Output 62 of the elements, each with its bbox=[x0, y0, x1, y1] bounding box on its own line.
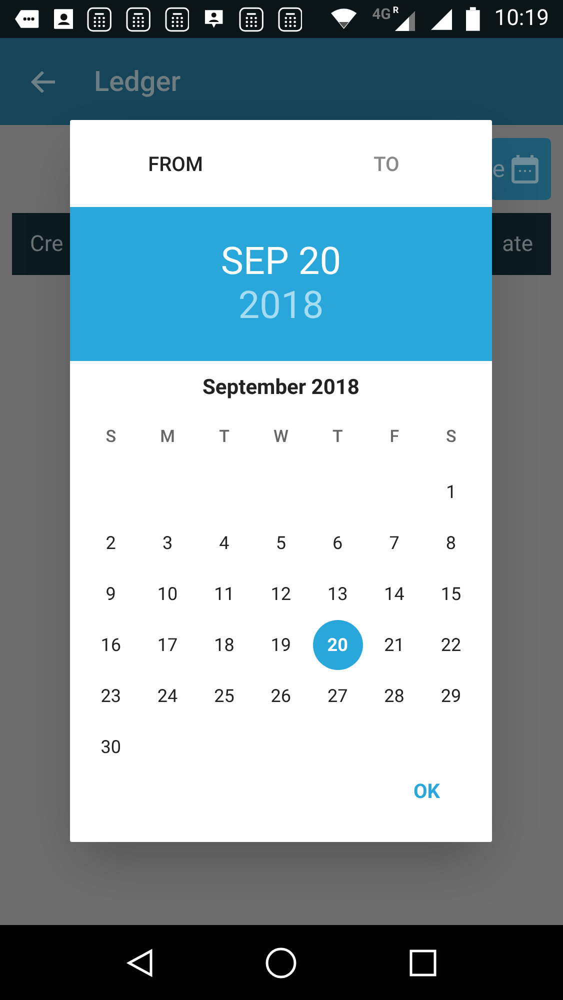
month-title: September 2018 bbox=[202, 375, 360, 402]
range-tab[interactable]: FROM bbox=[70, 120, 281, 207]
day-cell[interactable]: 29 bbox=[426, 671, 476, 721]
day-cell[interactable]: 2 bbox=[86, 518, 136, 568]
date-button-label: e bbox=[492, 154, 505, 185]
keypad-icon bbox=[278, 6, 302, 32]
wifi-icon bbox=[330, 8, 358, 30]
day-cell[interactable]: 12 bbox=[256, 569, 306, 619]
day-cell[interactable]: 25 bbox=[199, 671, 250, 721]
day-cell[interactable]: 21 bbox=[369, 620, 420, 670]
roaming-label: R bbox=[392, 7, 399, 16]
day-cell[interactable]: 16 bbox=[86, 620, 136, 670]
day-cell[interactable]: 13 bbox=[312, 569, 363, 619]
day-cell[interactable]: 19 bbox=[256, 620, 306, 670]
day-cell[interactable]: 11 bbox=[199, 569, 250, 619]
day-cell[interactable]: 26 bbox=[256, 671, 306, 721]
selected-date: SEP 20 bbox=[220, 240, 342, 284]
day-cell[interactable]: 22 bbox=[426, 620, 476, 670]
day-cell[interactable]: 18 bbox=[199, 620, 250, 670]
weekday-label: S bbox=[446, 426, 456, 448]
weekday-label: W bbox=[274, 426, 288, 448]
signal-icon bbox=[430, 8, 452, 30]
day-cell[interactable]: 3 bbox=[142, 518, 193, 568]
header-label: Cre bbox=[30, 230, 64, 258]
day-cell[interactable]: 27 bbox=[312, 671, 363, 721]
header-label: ate bbox=[502, 230, 533, 258]
day-cell[interactable]: 7 bbox=[369, 518, 420, 568]
keypad-icon bbox=[87, 6, 112, 32]
network-label: 4G bbox=[372, 7, 391, 22]
weekday-label: T bbox=[219, 426, 230, 448]
keypad-icon bbox=[126, 6, 151, 32]
keypad-icon bbox=[239, 6, 264, 32]
day-cell[interactable]: 10 bbox=[142, 569, 193, 619]
contact-icon bbox=[54, 9, 74, 29]
weekday-label: S bbox=[106, 426, 116, 448]
clock: 10:19 bbox=[494, 8, 549, 30]
day-cell[interactable]: 5 bbox=[256, 518, 306, 568]
day-cell[interactable]: 17 bbox=[142, 620, 193, 670]
range-tab[interactable]: TO bbox=[281, 120, 492, 207]
keypad-icon bbox=[164, 6, 190, 32]
selected-year: 2018 bbox=[238, 284, 324, 328]
weekday-label: M bbox=[160, 426, 175, 448]
weekday-label: T bbox=[332, 426, 343, 448]
chat-icon bbox=[203, 8, 226, 30]
calendar-icon bbox=[511, 154, 539, 184]
weekday-label: F bbox=[390, 426, 400, 448]
day-cell[interactable]: 14 bbox=[369, 569, 420, 619]
day-cell[interactable]: 8 bbox=[426, 518, 476, 568]
day-cell[interactable]: 4 bbox=[199, 518, 250, 568]
day-cell[interactable]: 6 bbox=[312, 518, 363, 568]
home-icon[interactable] bbox=[265, 946, 298, 978]
day-cell[interactable]: 9 bbox=[86, 569, 136, 619]
battery-icon bbox=[466, 7, 480, 31]
message-icon bbox=[14, 9, 40, 29]
day-cell[interactable]: 28 bbox=[369, 671, 420, 721]
day-cell[interactable]: 23 bbox=[86, 671, 136, 721]
day-cell[interactable]: 30 bbox=[86, 722, 136, 772]
day-cell[interactable]: 1 bbox=[426, 467, 476, 517]
day-cell[interactable]: 24 bbox=[142, 671, 193, 721]
recents-icon[interactable] bbox=[409, 948, 438, 976]
day-cell[interactable]: 15 bbox=[426, 569, 476, 619]
app-title: Ledger bbox=[94, 64, 181, 100]
